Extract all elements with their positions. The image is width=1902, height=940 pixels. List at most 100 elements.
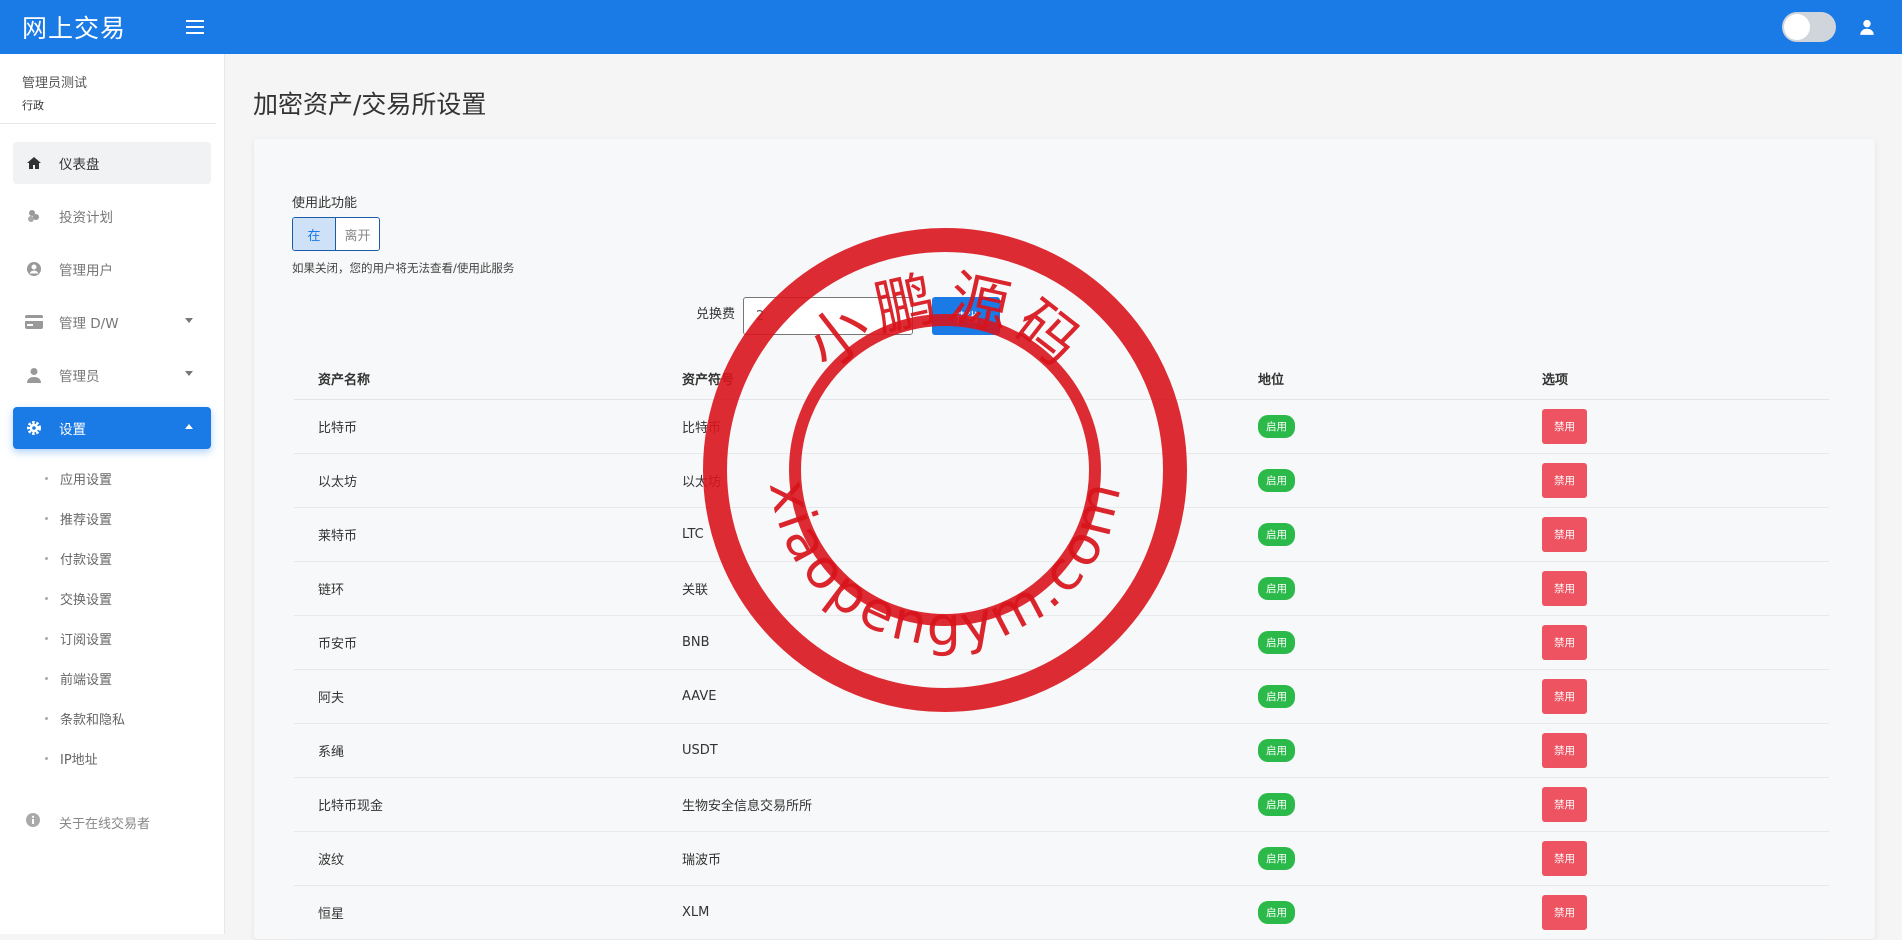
disable-button[interactable]: 禁用 xyxy=(1542,786,1587,822)
asset-symbol: BNB xyxy=(658,615,1234,670)
disable-button[interactable]: 禁用 xyxy=(1542,516,1587,552)
col-asset-symbol: 资产符号 xyxy=(658,358,1234,400)
status-badge: 启用 xyxy=(1258,900,1295,924)
sidebar-item-manage-users[interactable]: 管理用户 xyxy=(13,248,211,290)
table-row: 币安币 BNB 启用 禁用 xyxy=(294,615,1829,670)
sidebar-item-admins[interactable]: 管理员 xyxy=(13,354,211,396)
fee-input[interactable] xyxy=(743,297,913,335)
sidebar-item-label: 投资计划 xyxy=(59,210,113,226)
asset-name: 比特币现金 xyxy=(294,777,658,832)
disable-button[interactable]: 禁用 xyxy=(1542,678,1587,714)
table-row: 莱特币 LTC 启用 禁用 xyxy=(294,507,1829,562)
subnav-referral-settings[interactable]: 推荐设置 xyxy=(45,498,224,538)
asset-name: 恒星 xyxy=(294,885,658,940)
sidebar-item-label: 管理 D/W xyxy=(59,316,119,332)
user-icon[interactable] xyxy=(1858,18,1876,36)
toggle-on-button[interactable]: 在 xyxy=(293,218,336,250)
table-row: 链环 关联 启用 禁用 xyxy=(294,561,1829,616)
table-row: 比特币 比特币 启用 禁用 xyxy=(294,399,1829,454)
asset-symbol: AAVE xyxy=(658,669,1234,724)
disable-button[interactable]: 禁用 xyxy=(1542,570,1587,606)
user-circle-icon xyxy=(25,260,43,278)
status-badge: 启用 xyxy=(1258,738,1295,762)
profile-name: 管理员测试 xyxy=(22,76,88,91)
disable-button[interactable]: 禁用 xyxy=(1542,732,1587,768)
about-link[interactable]: 关于在线交易者 xyxy=(25,812,150,832)
asset-symbol: 关联 xyxy=(658,561,1234,616)
sidebar-item-investment-plans[interactable]: 投资计划 xyxy=(13,195,211,237)
status-badge: 启用 xyxy=(1258,414,1295,438)
sidebar-item-dashboard[interactable]: 仪表盘 xyxy=(13,142,211,184)
subnav-subscription-settings[interactable]: 订阅设置 xyxy=(45,618,224,658)
subnav-terms-privacy[interactable]: 条款和隐私 xyxy=(45,698,224,738)
sidebar-item-label: 设置 xyxy=(59,422,86,438)
disable-button[interactable]: 禁用 xyxy=(1542,408,1587,444)
subnav-frontend-settings[interactable]: 前端设置 xyxy=(45,658,224,698)
status-badge: 启用 xyxy=(1258,630,1295,654)
asset-symbol: XLM xyxy=(658,885,1234,940)
status-badge: 启用 xyxy=(1258,522,1295,546)
sidebar-item-label: 管理员 xyxy=(59,369,100,385)
asset-name: 阿夫 xyxy=(294,669,658,724)
disable-button[interactable]: 禁用 xyxy=(1542,462,1587,498)
asset-symbol: 以太坊 xyxy=(658,453,1234,508)
sidebar-item-settings[interactable]: 设置 xyxy=(13,407,211,449)
asset-name: 莱特币 xyxy=(294,507,658,562)
sidebar-item-manage-dw[interactable]: 管理 D/W xyxy=(13,301,211,343)
table-row: 系绳 USDT 启用 禁用 xyxy=(294,723,1829,778)
table-row: 恒星 XLM 启用 禁用 xyxy=(294,885,1829,940)
sidebar: 管理员测试 行政 仪表盘 投资计划 管理用户 管理 D/W 管理员 设置 应用设… xyxy=(0,54,225,934)
col-options: 选项 xyxy=(1518,358,1829,400)
disable-button[interactable]: 禁用 xyxy=(1542,624,1587,660)
col-asset-name: 资产名称 xyxy=(294,358,658,400)
feature-hint: 如果关闭，您的用户将无法查看/使用此服务 xyxy=(292,261,515,275)
status-badge: 启用 xyxy=(1258,846,1295,870)
top-navbar: 网上交易 xyxy=(0,0,1902,54)
disable-button[interactable]: 禁用 xyxy=(1542,894,1587,930)
info-icon xyxy=(25,812,41,832)
settings-card: 使用此功能 在 离开 如果关闭，您的用户将无法查看/使用此服务 兑换费 节省 资… xyxy=(254,139,1875,940)
asset-symbol: 比特币 xyxy=(658,399,1234,454)
table-row: 比特币现金 生物安全信息交易所所 启用 禁用 xyxy=(294,777,1829,832)
home-icon xyxy=(25,154,43,172)
chevron-down-icon xyxy=(185,371,193,376)
asset-symbol: 生物安全信息交易所所 xyxy=(658,777,1234,832)
coins-icon xyxy=(25,207,43,225)
table-row: 波纹 瑞波币 启用 禁用 xyxy=(294,831,1829,886)
save-fee-button[interactable]: 节省 xyxy=(932,297,1000,335)
asset-name: 链环 xyxy=(294,561,658,616)
status-badge: 启用 xyxy=(1258,468,1295,492)
about-label: 关于在线交易者 xyxy=(59,816,151,832)
user-profile: 管理员测试 行政 xyxy=(0,54,216,124)
profile-role: 行政 xyxy=(22,99,44,112)
sidebar-item-label: 管理用户 xyxy=(59,263,113,279)
credit-card-icon xyxy=(25,313,43,331)
chevron-down-icon xyxy=(185,318,193,323)
brand-logo[interactable]: 网上交易 xyxy=(22,9,186,45)
table-row: 阿夫 AAVE 启用 禁用 xyxy=(294,669,1829,724)
asset-symbol: LTC xyxy=(658,507,1234,562)
sidebar-item-label: 仪表盘 xyxy=(59,157,100,173)
asset-symbol: USDT xyxy=(658,723,1234,778)
subnav-app-settings[interactable]: 应用设置 xyxy=(45,458,224,498)
user-icon xyxy=(25,366,43,384)
asset-name: 币安币 xyxy=(294,615,658,670)
subnav-payment-settings[interactable]: 付款设置 xyxy=(45,538,224,578)
assets-table: 资产名称 资产符号 地位 选项 比特币 比特币 启用 禁用 以太坊 以太坊 启用 禁用 莱特币 L… xyxy=(294,358,1829,940)
menu-toggle-icon[interactable] xyxy=(186,20,204,34)
settings-subnav: 应用设置 推荐设置 付款设置 交换设置 订阅设置 前端设置 条款和隐私 IP地址 xyxy=(0,458,224,778)
page-title: 加密资产/交易所设置 xyxy=(253,90,487,119)
subnav-ip-address[interactable]: IP地址 xyxy=(45,738,224,778)
subnav-exchange-settings[interactable]: 交换设置 xyxy=(45,578,224,618)
status-badge: 启用 xyxy=(1258,792,1295,816)
toggle-off-button[interactable]: 离开 xyxy=(336,218,379,250)
status-badge: 启用 xyxy=(1258,576,1295,600)
asset-name: 以太坊 xyxy=(294,453,658,508)
disable-button[interactable]: 禁用 xyxy=(1542,840,1587,876)
feature-label: 使用此功能 xyxy=(292,196,358,211)
status-badge: 启用 xyxy=(1258,684,1295,708)
fee-label: 兑换费 xyxy=(696,307,736,322)
theme-toggle[interactable] xyxy=(1782,12,1836,42)
asset-symbol: 瑞波币 xyxy=(658,831,1234,886)
table-header-row: 资产名称 资产符号 地位 选项 xyxy=(294,358,1829,400)
